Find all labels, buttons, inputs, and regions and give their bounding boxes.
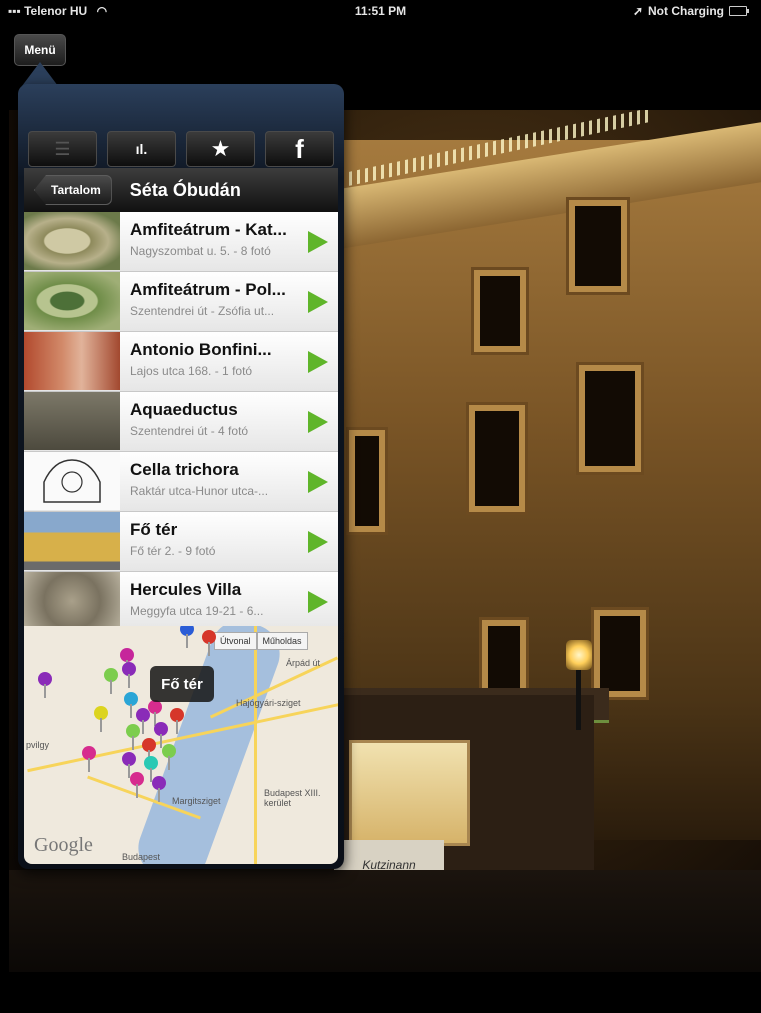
map-pin[interactable] (142, 738, 156, 764)
star-icon[interactable]: ★ (186, 131, 255, 167)
map-pin[interactable] (154, 722, 168, 748)
map-pin[interactable] (38, 672, 52, 698)
list-item[interactable]: Hercules Villa Meggyfa utca 19-21 - 6... (24, 572, 338, 632)
item-thumbnail (24, 332, 120, 390)
map-pin[interactable] (162, 744, 176, 770)
item-thumbnail (24, 212, 120, 270)
list-item[interactable]: Amfiteátrum - Kat... Nagyszombat u. 5. -… (24, 212, 338, 272)
play-arrow-icon[interactable] (308, 351, 328, 373)
map-pin[interactable] (170, 708, 184, 734)
lamp-post (576, 670, 581, 730)
play-arrow-icon[interactable] (308, 591, 328, 613)
floorplan-drawing (43, 459, 101, 503)
item-title: Fő tér (130, 520, 178, 539)
battery-status: ➚ Not Charging (632, 4, 749, 18)
item-thumbnail (24, 512, 120, 570)
location-icon: ➚ (632, 4, 643, 18)
list-icon[interactable]: ☰ (28, 131, 97, 167)
play-arrow-icon[interactable] (308, 231, 328, 253)
item-subtitle: Meggyfa utca 19-21 - 6... (130, 604, 264, 618)
ground (9, 870, 761, 972)
map-type-road[interactable]: Útvonal (214, 632, 257, 650)
battery-icon (729, 6, 749, 16)
map-pin[interactable] (144, 756, 158, 782)
map-pin[interactable] (148, 700, 162, 726)
map-callout[interactable]: Fő tér (150, 666, 214, 702)
map-type-toggle: Útvonal Műholdas (214, 632, 308, 650)
play-arrow-icon[interactable] (308, 291, 328, 313)
map-label: Margitsziget (172, 796, 221, 806)
map-view[interactable]: Útvonal Műholdas Fő tér Árpád út Hajógyá… (24, 626, 338, 864)
item-subtitle: Szentendrei út - Zsófia ut... (130, 304, 275, 318)
map-type-satellite[interactable]: Műholdas (256, 632, 308, 650)
item-title: Aquaeductus (130, 400, 238, 419)
map-pin[interactable] (180, 626, 194, 648)
map-label: Árpád út (286, 658, 321, 668)
kiosk-window (349, 740, 470, 846)
back-button[interactable]: Tartalom (34, 175, 112, 205)
map-pin[interactable] (126, 724, 140, 750)
street-lamp (566, 640, 592, 670)
menu-popover: ☰ ıl. ★ f Tartalom Séta Óbudán Amfiteátr… (18, 84, 344, 869)
item-subtitle: Fő tér 2. - 9 fotó (130, 544, 216, 558)
map-pin[interactable] (104, 668, 118, 694)
item-title: Amfiteátrum - Pol... (130, 280, 286, 299)
window (594, 610, 646, 697)
map-pin[interactable] (130, 772, 144, 798)
play-arrow-icon[interactable] (308, 471, 328, 493)
item-subtitle: Szentendrei út - 4 fotó (130, 424, 249, 438)
list-item[interactable]: Aquaeductus Szentendrei út - 4 fotó (24, 392, 338, 452)
play-arrow-icon[interactable] (308, 411, 328, 433)
facebook-icon[interactable]: f (265, 131, 334, 167)
map-road (254, 626, 257, 864)
list-item[interactable]: Cella trichora Raktár utca-Hunor utca-..… (24, 452, 338, 512)
list-item[interactable]: Fő tér Fő tér 2. - 9 fotó (24, 512, 338, 572)
play-arrow-icon[interactable] (308, 531, 328, 553)
popover-toolbar: ☰ ıl. ★ f (28, 131, 334, 167)
popover-nav-bar: Tartalom Séta Óbudán (24, 168, 338, 212)
item-thumbnail (24, 452, 120, 510)
item-title: Antonio Bonfini... (130, 340, 272, 359)
map-pin[interactable] (94, 706, 108, 732)
map-label: Hajógyári-sziget (236, 698, 301, 708)
list-item[interactable]: Antonio Bonfini... Lajos utca 168. - 1 f… (24, 332, 338, 392)
map-pin[interactable] (202, 630, 216, 656)
google-logo: Google (34, 834, 93, 856)
window (349, 430, 385, 532)
item-title: Hercules Villa (130, 580, 242, 599)
popover-arrow (22, 62, 58, 86)
list-item[interactable]: Amfiteátrum - Pol... Szentendrei út - Zs… (24, 272, 338, 332)
map-pin[interactable] (122, 662, 136, 688)
map-pin[interactable] (124, 692, 138, 718)
item-thumbnail (24, 392, 120, 450)
map-pin[interactable] (152, 776, 166, 802)
nav-title: Séta Óbudán (129, 179, 241, 200)
sights-list: Amfiteátrum - Kat... Nagyszombat u. 5. -… (24, 212, 338, 632)
item-title: Amfiteátrum - Kat... (130, 220, 287, 239)
status-bar: ▪▪▪ Telenor HU ◠ 11:51 PM ➚ Not Charging (0, 0, 761, 22)
item-title: Cella trichora (130, 460, 239, 479)
bar-chart-icon[interactable]: ıl. (107, 131, 176, 167)
item-subtitle: Nagyszombat u. 5. - 8 fotó (130, 244, 271, 258)
window (474, 270, 526, 352)
item-thumbnail (24, 572, 120, 630)
window (469, 405, 525, 512)
map-pin[interactable] (82, 746, 96, 772)
map-label: Budapest XIII. kerület (264, 788, 321, 808)
map-label: pvilgy (26, 740, 50, 750)
window (579, 365, 641, 472)
item-subtitle: Lajos utca 168. - 1 fotó (130, 364, 253, 378)
window (569, 200, 627, 292)
item-thumbnail (24, 272, 120, 330)
item-subtitle: Raktár utca-Hunor utca-... (130, 484, 269, 498)
map-pin[interactable] (122, 752, 136, 778)
map-pin[interactable] (120, 648, 134, 674)
map-label: Budapest (122, 852, 161, 862)
